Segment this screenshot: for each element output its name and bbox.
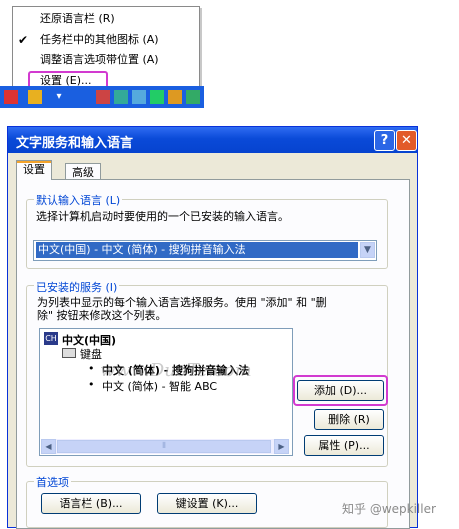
default-language-title: 默认输入语言 (L): [34, 192, 123, 208]
properties-button[interactable]: 属性 (P)...: [304, 435, 384, 456]
close-button[interactable]: ✕: [396, 130, 417, 151]
installed-services-description-line2: 除" 按钮来修改这个列表。: [37, 309, 167, 322]
bullet-icon: •: [88, 362, 95, 375]
tray-app-icon[interactable]: [186, 90, 200, 104]
add-button[interactable]: 添加 (D)...: [297, 380, 384, 401]
chevron-down-icon[interactable]: ▾: [52, 90, 66, 104]
tree-keyboard-node[interactable]: 键盘: [80, 346, 102, 362]
installed-services-tree[interactable]: CH 中文(中国) 键盘 • 中文 (简体) - 搜狗拼音输入法 • 中文 (简…: [39, 328, 293, 456]
key-settings-button[interactable]: 键设置 (K)...: [157, 493, 257, 514]
watermark: www.DuoTe.com: [100, 360, 252, 381]
language-badge-icon: CH: [44, 332, 58, 345]
tab-settings[interactable]: 设置: [16, 160, 52, 180]
shield-icon[interactable]: [168, 90, 182, 104]
tray-app-icon[interactable]: [96, 90, 110, 104]
preferences-title: 首选项: [34, 474, 71, 490]
bullet-icon: •: [88, 378, 95, 391]
default-language-select[interactable]: 中文(中国) - 中文 (简体) - 搜狗拼音输入法 ▼: [33, 240, 377, 261]
title-bar[interactable]: 文字服务和输入语言 ? ✕: [8, 127, 417, 153]
active-tab-indicator: [17, 161, 51, 163]
scroll-left-icon[interactable]: ◀: [41, 439, 56, 454]
chevron-down-icon[interactable]: ▼: [360, 242, 375, 258]
scrollbar-thumb[interactable]: ⦀: [57, 440, 271, 453]
language-bar-context-menu: 还原语言栏 (R) ✔ 任务栏中的其他图标 (A) 调整语言选项带位置 (A) …: [12, 6, 200, 93]
checkmark-icon: ✔: [18, 33, 29, 47]
menu-item-restore-language-bar[interactable]: 还原语言栏 (R): [13, 9, 199, 29]
scroll-right-icon[interactable]: ▶: [274, 439, 289, 454]
default-language-description: 选择计算机启动时要使用的一个已安装的输入语言。: [36, 210, 289, 223]
remove-button[interactable]: 删除 (R): [314, 409, 384, 430]
network-icon[interactable]: [114, 90, 128, 104]
installed-services-title: 已安装的服务 (I): [34, 279, 120, 295]
corner-credit: 知乎 @wepkiller: [342, 502, 436, 516]
horizontal-scrollbar[interactable]: ◀ ⦀ ▶: [41, 439, 289, 454]
help-icon[interactable]: [28, 90, 42, 104]
dialog-title: 文字服务和输入语言: [16, 136, 134, 151]
help-button[interactable]: ?: [374, 130, 395, 151]
keyboard-icon: [62, 348, 76, 358]
menu-item-other-taskbar-icons[interactable]: ✔ 任务栏中的其他图标 (A): [13, 30, 199, 50]
tray-app-icon[interactable]: [132, 90, 146, 104]
language-bar-button[interactable]: 语言栏 (B)...: [41, 493, 141, 514]
menu-item-adjust-language-band[interactable]: 调整语言选项带位置 (A): [13, 50, 199, 70]
tray-app-icon[interactable]: [150, 90, 164, 104]
ime-icon[interactable]: [4, 90, 18, 104]
